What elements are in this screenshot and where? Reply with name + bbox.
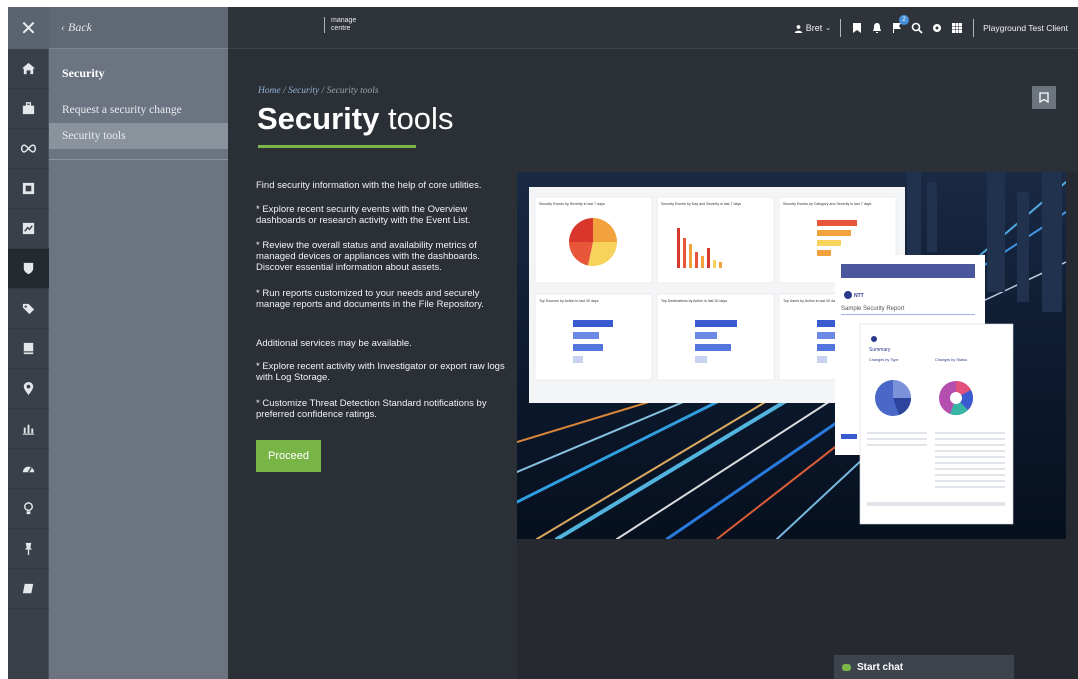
bookmark-icon[interactable]: [849, 20, 865, 36]
breadcrumb-separator: /: [283, 86, 286, 96]
puzzle-icon[interactable]: [8, 169, 49, 209]
user-icon: [794, 24, 802, 33]
intro-text: Find security information with the help …: [256, 180, 482, 191]
card-title-6: Top Users by Action in last 30 days: [783, 299, 839, 303]
breadcrumb-current: Security tools: [326, 86, 379, 96]
app-frame: ✕ ‹ Back Security Request a security cha…: [8, 7, 1078, 679]
page-title-rest: tools: [379, 101, 454, 136]
gauge-icon[interactable]: [8, 449, 49, 489]
top-bar: manage centre Bret ⌄ 2 Playground Test C…: [228, 7, 1078, 49]
book-icon[interactable]: [8, 329, 49, 369]
proceed-button[interactable]: Proceed: [256, 440, 321, 472]
page-title-bold: Security: [257, 101, 380, 136]
title-underline: [258, 145, 416, 148]
gear-icon[interactable]: [929, 20, 945, 36]
top-right-controls: Bret ⌄ 2 Playground Test Client: [794, 7, 1078, 49]
close-icon[interactable]: ✕: [8, 7, 49, 49]
pin-icon[interactable]: [8, 529, 49, 569]
summary-label: Summary: [869, 347, 891, 353]
flag-icon[interactable]: 2: [889, 15, 910, 36]
chart-box-icon[interactable]: [8, 209, 49, 249]
bullet-threat-detection: * Customize Threat Detection Standard no…: [256, 398, 487, 420]
card-title-2: Security Events by Day and Severity in l…: [661, 202, 741, 206]
main-content: Home / Security / Security tools Securit…: [228, 49, 1078, 679]
bar-chart-icon[interactable]: [8, 409, 49, 449]
notification-badge: 2: [899, 15, 910, 25]
sub-sidebar: ‹ Back Security Request a security chang…: [49, 7, 228, 679]
user-menu[interactable]: Bret ⌄: [794, 23, 840, 33]
tag-icon[interactable]: [8, 289, 49, 329]
bookmark-outline-icon: [1039, 92, 1049, 103]
bullet-dashboards: * Review the overall status and availabi…: [256, 240, 480, 273]
card-title-5: Top Destinations by Action in last 30 da…: [661, 299, 727, 303]
bullet-investigator: * Explore recent activity with Investiga…: [256, 361, 505, 383]
bullet-reports: * Run reports customized to your needs a…: [256, 288, 484, 310]
breadcrumb-home[interactable]: Home: [258, 86, 281, 96]
location-pin-icon[interactable]: [8, 369, 49, 409]
chevron-down-icon: ⌄: [825, 25, 832, 32]
shield-icon[interactable]: [8, 249, 49, 289]
sidebar-item-request-security-change[interactable]: Request a security change: [49, 97, 228, 123]
report-title: Sample Security Report: [841, 306, 905, 312]
card-title-3: Security Events by Category and Severity…: [783, 202, 871, 206]
start-chat-button[interactable]: Start chat: [834, 655, 1014, 679]
back-link[interactable]: ‹ Back: [49, 7, 228, 49]
sidebar-item-security-tools[interactable]: Security tools: [49, 123, 228, 149]
sidebar-divider: [49, 159, 228, 160]
card-title-4: Top Sources by Action in last 30 days: [539, 299, 599, 303]
bookmark-page-button[interactable]: [1032, 86, 1056, 109]
breadcrumb-separator: /: [321, 86, 325, 96]
card-title-1: Security Events by Severity in last 7 da…: [539, 202, 605, 206]
app-logo[interactable]: manage centre: [324, 17, 356, 33]
client-selector[interactable]: Playground Test Client: [974, 23, 1078, 33]
breadcrumb-security[interactable]: Security: [288, 86, 319, 96]
report-brand: NTT: [854, 293, 864, 299]
bell-icon[interactable]: [869, 20, 885, 36]
sidebar-section-title: Security: [62, 66, 105, 80]
start-chat-label: Start chat: [857, 661, 904, 673]
icon-rail: ✕: [8, 7, 49, 679]
search-icon[interactable]: [909, 20, 925, 36]
hero-illustration: Security Events by Severity in last 7 da…: [517, 172, 1066, 539]
changes-by-type: Changes by Type: [869, 358, 898, 362]
logo-line-1: manage: [331, 17, 357, 24]
home-icon[interactable]: [8, 49, 49, 89]
chat-bubble-icon: [842, 663, 851, 671]
additional-services: Additional services may be available.: [256, 338, 412, 349]
changes-by-status: Changes by Status: [935, 358, 967, 362]
infinity-icon[interactable]: [8, 129, 49, 169]
notebook-icon[interactable]: [8, 569, 49, 609]
hero-image: Security Events by Severity in last 7 da…: [517, 172, 1066, 539]
logo-line-2: centre: [331, 25, 351, 32]
user-name: Bret: [805, 23, 823, 33]
grid-icon[interactable]: [949, 20, 965, 36]
divider: [840, 19, 842, 37]
lightbulb-icon[interactable]: [8, 489, 49, 529]
breadcrumb: Home / Security / Security tools: [258, 86, 379, 96]
bullet-events: * Explore recent security events with th…: [256, 204, 471, 226]
briefcase-icon[interactable]: [8, 89, 49, 129]
page-title: Security tools: [257, 101, 453, 137]
